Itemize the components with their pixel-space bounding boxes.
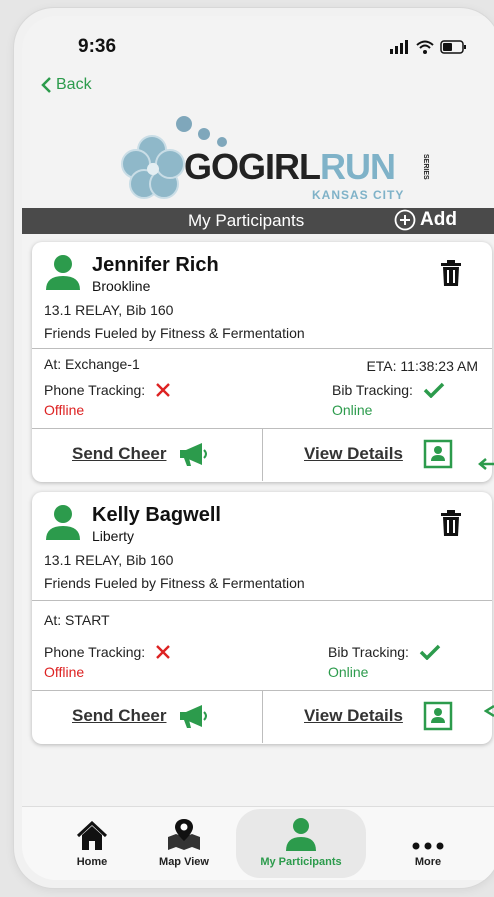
person-icon (46, 505, 80, 540)
bib-tracking: Bib Tracking: (332, 382, 445, 398)
bib-tracking: Bib Tracking: (328, 644, 441, 660)
send-cheer-button[interactable]: Send Cheer (72, 441, 210, 467)
tab-more[interactable]: More (378, 817, 478, 868)
participant-location: Liberty (92, 528, 135, 544)
phone-status: Offline (44, 664, 85, 680)
megaphone-icon (180, 443, 208, 466)
map-pin-icon (168, 819, 200, 850)
race-info: 13.1 RELAY, Bib 160 (44, 302, 174, 318)
race-info: 13.1 RELAY, Bib 160 (44, 552, 174, 568)
plus-circle-icon (394, 209, 416, 231)
team-name: Friends Fueled by Fitness & Fermentation (44, 575, 305, 591)
trash-icon[interactable] (440, 510, 462, 536)
button-divider (262, 429, 263, 481)
section-title: My Participants (188, 211, 305, 230)
logo-city: KANSAS CITY (312, 188, 405, 202)
card-actions: Send Cheer View Details (32, 690, 492, 743)
more-icon (412, 842, 444, 850)
logo-title: GOGIRLRUN (184, 146, 396, 187)
participant-card: Jennifer Rich Brookline 13.1 RELAY, Bib … (32, 242, 492, 482)
view-details-button[interactable]: View Details (304, 701, 453, 731)
screen: 9:36 Back GOGIRLRUN SERIES KANSAS CITY M… (22, 16, 494, 880)
add-participant-button[interactable]: Add (394, 209, 457, 231)
arrow-left-icon (478, 458, 494, 470)
trash-icon[interactable] (440, 260, 462, 286)
card-actions: Send Cheer View Details (32, 428, 492, 481)
participant-name: Kelly Bagwell (92, 504, 221, 526)
tab-bar: Home Map View My Participants More (22, 806, 494, 880)
tab-map-view[interactable]: Map View (134, 817, 234, 868)
contact-card-icon (423, 439, 453, 469)
check-icon (423, 382, 445, 398)
phone-status: Offline (44, 402, 85, 418)
participant-location: Brookline (92, 278, 151, 294)
phone-tracking: Phone Tracking: (44, 382, 171, 398)
participant-name: Jennifer Rich (92, 254, 219, 276)
arrow-left-icon (484, 704, 494, 718)
back-label: Back (56, 76, 92, 93)
x-icon (156, 383, 171, 397)
button-divider (262, 691, 263, 743)
team-name: Friends Fueled by Fitness & Fermentation (44, 325, 305, 341)
bib-status: Online (332, 402, 373, 418)
bib-status: Online (328, 664, 369, 680)
send-cheer-button[interactable]: Send Cheer (72, 703, 210, 729)
view-details-button[interactable]: View Details (304, 439, 453, 469)
home-icon (76, 821, 108, 850)
tab-home[interactable]: Home (42, 817, 142, 868)
battery-icon (440, 40, 466, 54)
signal-icon (390, 40, 408, 54)
eta: ETA: 11:38:23 AM (366, 358, 478, 374)
tab-my-participants[interactable]: My Participants (236, 809, 366, 878)
wifi-icon (416, 40, 434, 54)
status-time: 9:36 (78, 36, 117, 57)
go-girl-run-logo: GOGIRLRUN SERIES KANSAS CITY (112, 112, 432, 212)
section-header: My Participants Add (22, 208, 494, 234)
phone-tracking: Phone Tracking: (44, 644, 171, 660)
x-icon (156, 645, 171, 659)
logo-series: SERIES (422, 154, 429, 180)
person-icon (286, 818, 316, 851)
location-status: At: Exchange-1 (44, 356, 140, 372)
phone-frame: 9:36 Back GOGIRLRUN SERIES KANSAS CITY M… (14, 8, 494, 888)
divider (32, 600, 492, 601)
back-button[interactable]: Back (40, 76, 92, 94)
chevron-left-icon (41, 77, 51, 93)
contact-card-icon (423, 701, 453, 731)
megaphone-icon (180, 705, 208, 728)
divider (32, 348, 492, 349)
status-icons (390, 40, 468, 54)
person-icon (46, 255, 80, 290)
check-icon (419, 644, 441, 660)
location-status: At: START (44, 612, 110, 628)
participant-card: Kelly Bagwell Liberty 13.1 RELAY, Bib 16… (32, 492, 492, 744)
